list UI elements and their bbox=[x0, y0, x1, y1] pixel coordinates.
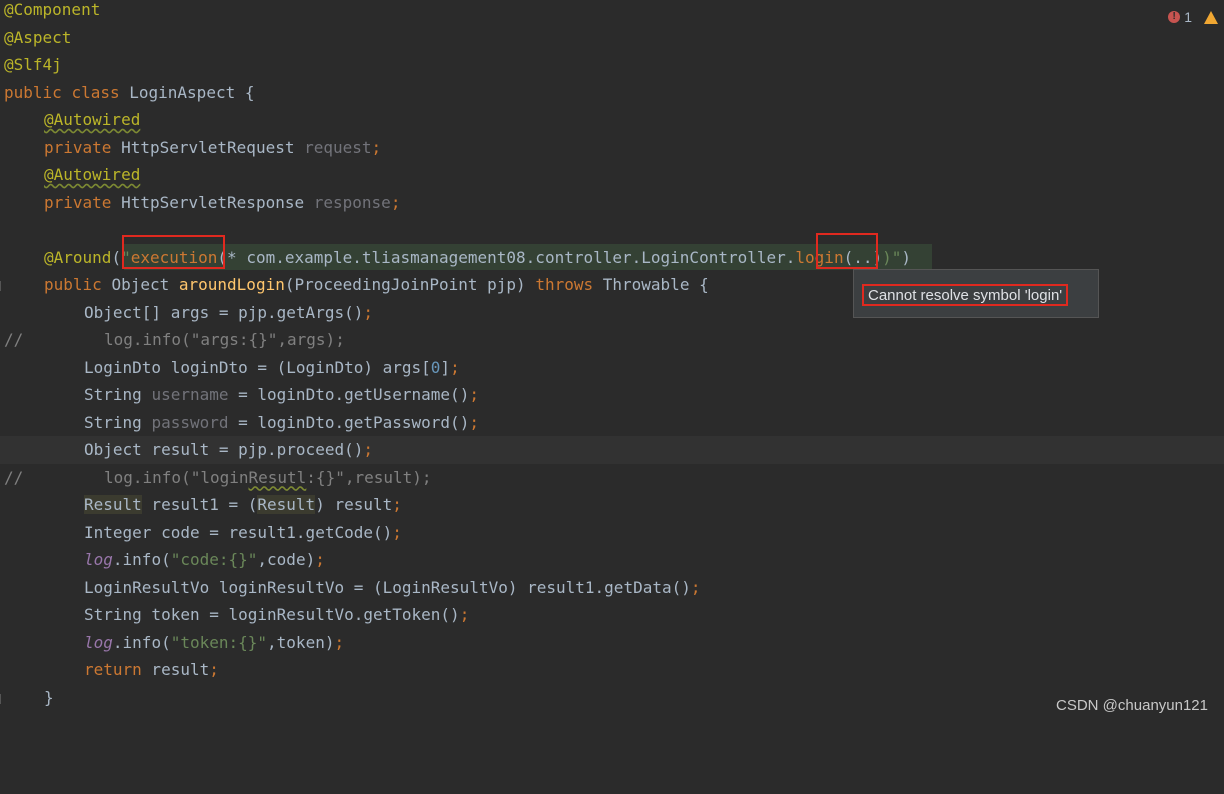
type-name: HttpServletRequest bbox=[121, 137, 295, 157]
commented-code: log.info("args:{}",args); bbox=[104, 330, 345, 349]
unused-variable-username: username bbox=[151, 385, 229, 404]
inspection-widget[interactable]: ! 1 bbox=[1168, 7, 1218, 27]
code-line-1[interactable]: @Component bbox=[0, 0, 1224, 24]
type-name: HttpServletResponse bbox=[121, 192, 305, 212]
annotation-autowired: @Autowired bbox=[44, 110, 141, 129]
keyword-class: class bbox=[71, 82, 120, 102]
fold-marker-icon[interactable] bbox=[0, 281, 7, 291]
semicolon: ; bbox=[390, 192, 401, 212]
keyword-public: public bbox=[4, 82, 62, 102]
keyword-public: public bbox=[44, 275, 102, 294]
method-name: aroundLogin bbox=[178, 275, 285, 294]
code-line-8[interactable]: private HttpServletResponse response; bbox=[0, 189, 1224, 217]
code-line-26[interactable]: } bbox=[0, 684, 1224, 712]
code-line-18[interactable]: // log.info("loginResutl:{}",result); bbox=[0, 464, 1224, 492]
code-line-22[interactable]: LoginResultVo loginResultVo = (LoginResu… bbox=[0, 574, 1224, 602]
annotation-aspect: @Aspect bbox=[4, 27, 72, 47]
code-line-5[interactable]: @Autowired bbox=[0, 106, 1224, 134]
keyword-return: return bbox=[84, 660, 142, 679]
watermark: CSDN @chuanyun121 bbox=[1056, 697, 1208, 714]
unused-variable-password: password bbox=[151, 412, 229, 432]
code-line-25[interactable]: return result; bbox=[0, 656, 1224, 684]
code-line-4[interactable]: public class LoginAspect { bbox=[0, 79, 1224, 107]
code-line-6[interactable]: private HttpServletRequest request; bbox=[0, 134, 1224, 162]
code-line-21[interactable]: log.info("code:{}",code); bbox=[0, 546, 1224, 574]
error-count: 1 bbox=[1184, 9, 1192, 25]
error-tooltip-text: Cannot resolve symbol 'login' bbox=[862, 284, 1069, 306]
close-brace: } bbox=[44, 687, 54, 707]
code-line-16[interactable]: String password = loginDto.getPassword()… bbox=[0, 409, 1224, 437]
warning-icon bbox=[1204, 10, 1218, 24]
code-line-7[interactable]: @Autowired bbox=[0, 161, 1224, 189]
code-line-17-current[interactable]: Object result = pjp.proceed(); bbox=[0, 436, 1224, 464]
annotation-box-execution bbox=[122, 235, 225, 269]
typo-resutl: Resutl bbox=[248, 467, 307, 487]
code-line-14[interactable]: LoginDto loginDto = (LoginDto) args[0]; bbox=[0, 354, 1224, 382]
pointcut-expression: (* com.example.tliasmanagement08.control… bbox=[217, 247, 786, 267]
keyword-private: private bbox=[44, 192, 112, 212]
code-line-2[interactable]: @Aspect bbox=[0, 24, 1224, 52]
code-line-15[interactable]: String username = loginDto.getUsername()… bbox=[0, 381, 1224, 409]
annotation-slf4j: @Slf4j bbox=[4, 55, 62, 74]
annotation-autowired: @Autowired bbox=[44, 165, 141, 184]
commented-code: log.info("loginResutl:{}",result); bbox=[104, 467, 432, 487]
code-line-13[interactable]: // log.info("args:{}",args); bbox=[0, 326, 1224, 354]
code-line-3[interactable]: @Slf4j bbox=[0, 51, 1224, 79]
class-name: LoginAspect bbox=[129, 82, 236, 102]
log-field: log bbox=[84, 550, 113, 569]
unused-field-request: request bbox=[304, 137, 372, 157]
error-icon: ! bbox=[1168, 11, 1181, 23]
keyword-private: private bbox=[44, 137, 112, 157]
fold-marker-icon[interactable] bbox=[0, 693, 7, 704]
log-field: log bbox=[84, 632, 113, 652]
open-brace: { bbox=[244, 82, 255, 102]
code-line-23[interactable]: String token = loginResultVo.getToken(); bbox=[0, 601, 1224, 629]
code-line-24[interactable]: log.info("token:{}",token); bbox=[0, 629, 1224, 657]
code-line-19[interactable]: Result result1 = (Result) result; bbox=[0, 491, 1224, 519]
code-line-20[interactable]: Integer code = result1.getCode(); bbox=[0, 519, 1224, 547]
unused-field-response: response bbox=[313, 192, 391, 212]
comment-marker: // bbox=[4, 330, 24, 349]
code-editor[interactable]: @Component @Aspect @Slf4j public class L… bbox=[0, 0, 1224, 724]
semicolon: ; bbox=[371, 137, 382, 157]
error-tooltip: Cannot resolve symbol 'login' bbox=[853, 269, 1099, 318]
annotation-component: @Component bbox=[4, 0, 101, 19]
type-result: Result bbox=[84, 495, 142, 514]
comment-marker: // bbox=[4, 467, 24, 487]
type-result: Result bbox=[257, 495, 316, 514]
annotation-box-login bbox=[816, 233, 878, 269]
annotation-around: @Around bbox=[44, 247, 112, 267]
keyword-throws: throws bbox=[535, 275, 594, 294]
